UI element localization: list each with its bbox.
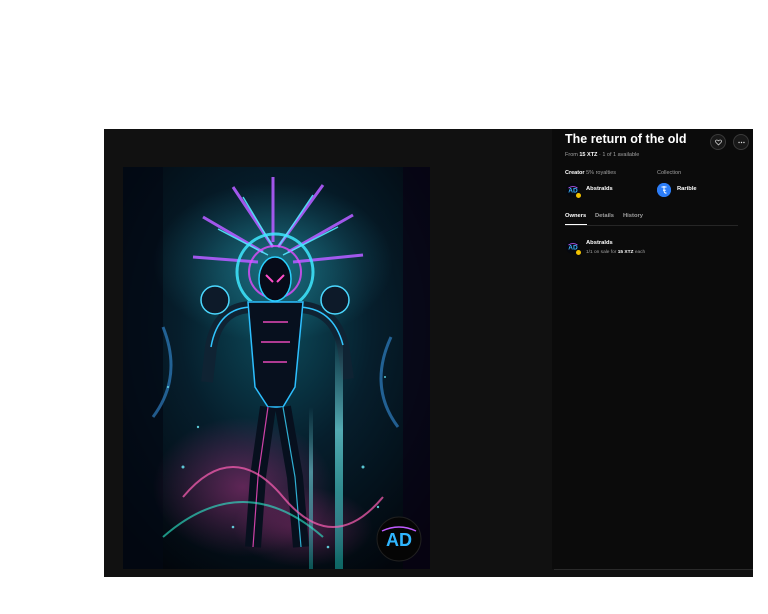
more-icon [737,141,745,143]
tab-history[interactable]: History [623,213,643,219]
creator-avatar[interactable]: AD [566,183,582,199]
owner-avatar[interactable]: AD [566,240,582,256]
price-separator: · [598,152,601,158]
availability: 1 of 1 available [602,152,640,158]
active-tab-indicator [565,224,587,225]
collection-avatar[interactable] [657,183,671,197]
verified-badge-icon [575,249,582,256]
tezos-icon [657,183,671,197]
more-button[interactable] [733,134,749,150]
like-button[interactable] [710,134,726,150]
artwork-image: AD [123,167,430,569]
nft-viewer: AD The return of the old From 15 XTZ · 1… [104,129,753,577]
sale-prefix: 1/1 on sale for [586,250,617,255]
tab-details[interactable]: Details [595,213,614,219]
price-prefix: From [565,152,578,158]
verified-badge-icon [575,192,582,199]
collection-name[interactable]: Rarible [677,186,697,192]
creator-name[interactable]: Abstralds [586,186,613,192]
nft-artwork[interactable]: AD [123,167,430,569]
creator-label: Creator 5% royalties [565,170,616,176]
sale-suffix: each [634,250,646,255]
price-value: 15 XTZ [579,152,598,158]
sale-price: 15 XTZ [617,250,634,255]
item-title: The return of the old [565,132,687,146]
panel-divider [554,569,753,570]
price-line: From 15 XTZ · 1 of 1 available [565,152,639,158]
royalties: 5% royalties [586,170,617,176]
owner-sale-info: 1/1 on sale for 15 XTZ each [586,250,645,255]
heart-icon [714,139,722,145]
creator-heading: Creator [565,170,585,176]
details-panel: The return of the old From 15 XTZ · 1 of… [552,129,753,569]
svg-text:AD: AD [386,530,412,550]
collection-label: Collection [657,170,682,176]
tab-bar: Owners Details History [565,213,738,226]
tab-owners[interactable]: Owners [565,213,586,219]
owner-name[interactable]: Abstralds [586,240,613,246]
